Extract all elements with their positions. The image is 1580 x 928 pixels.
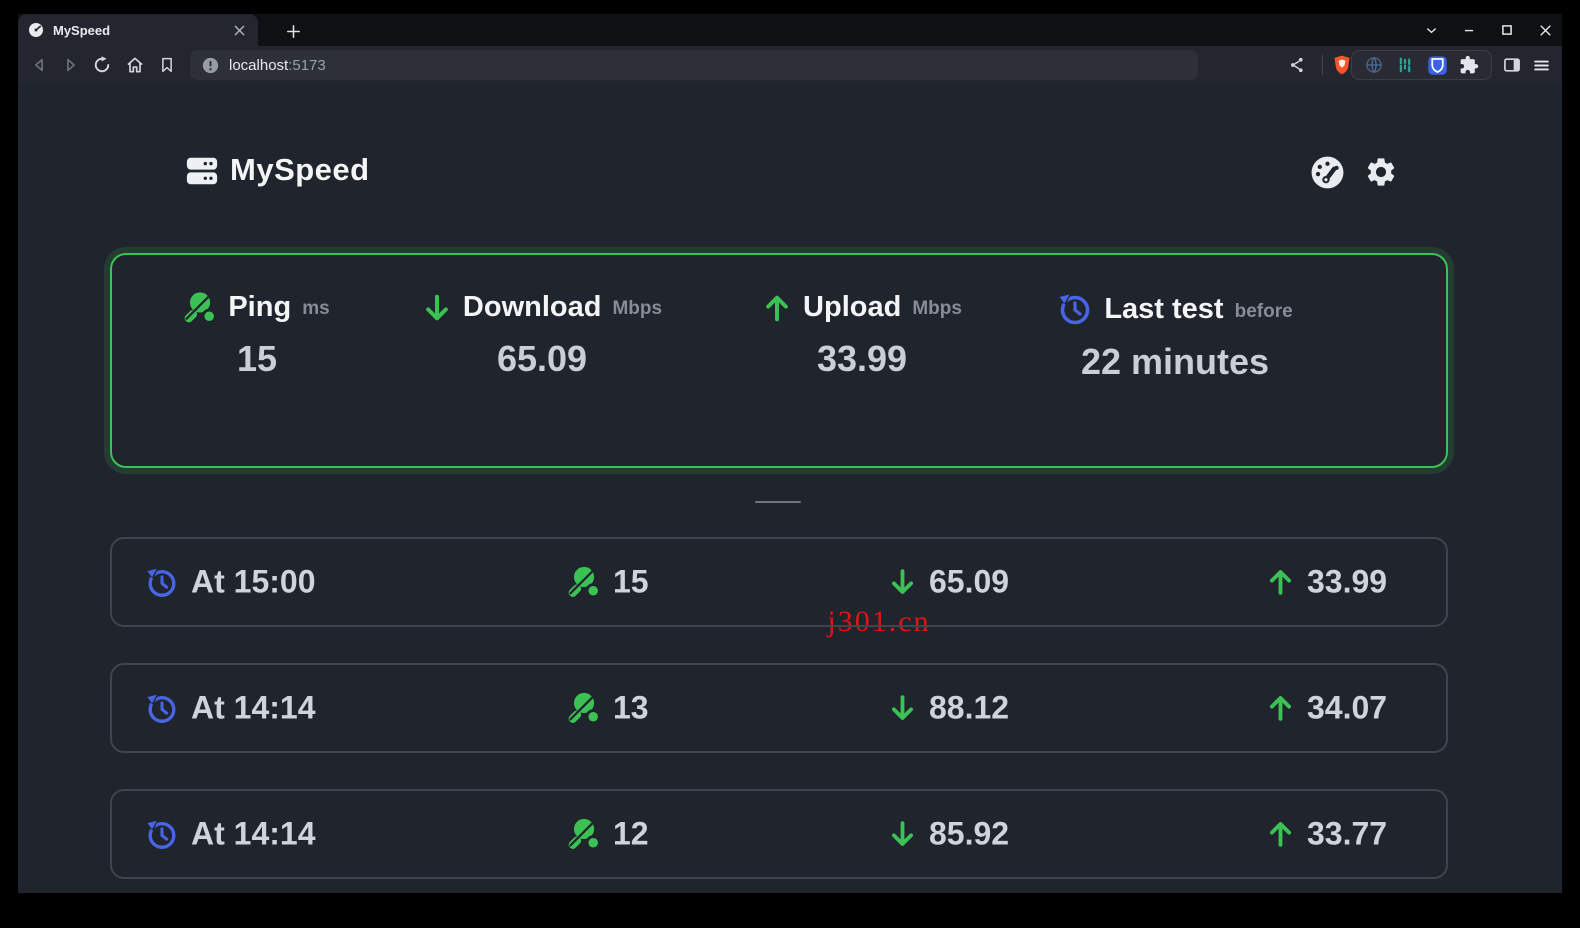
ping-paddle-icon [568,818,601,851]
arrow-down-icon [422,293,452,323]
history-ping: 15 [613,564,649,601]
history-time: At 14:14 [191,816,316,853]
history-time: At 14:14 [191,690,316,727]
ping-paddle-icon [568,692,601,725]
stat-label: Upload [803,291,901,324]
page-title: MySpeed [230,152,370,188]
myspeed-page: MySpeed [18,84,1562,893]
arrow-down-icon [888,568,917,597]
history-clock-icon [1057,291,1093,327]
stat-unit: ms [302,298,329,324]
history-row[interactable]: At 14:14 13 88.12 [110,663,1448,753]
extension-globe-icon[interactable] [1364,55,1384,75]
stat-ping: Ping ms 15 [142,291,372,380]
arrow-up-icon [1266,694,1295,723]
close-button[interactable] [1534,19,1556,41]
history-clock-icon [145,691,179,725]
stat-unit: Mbps [612,298,662,324]
arrow-down-icon [888,820,917,849]
tab-strip: MySpeed [18,14,1562,46]
favicon-speedometer-icon [28,22,44,38]
stat-value: 65.09 [422,338,662,380]
stat-unit: before [1235,301,1293,327]
arrow-down-icon [888,694,917,723]
extension-bars-icon[interactable] [1395,55,1415,75]
ping-paddle-icon [568,566,601,599]
url-bar[interactable]: localhost:5173 [190,50,1198,80]
history-row[interactable]: At 15:00 15 65.09 [110,537,1448,627]
stat-download: Download Mbps 65.09 [422,291,662,380]
current-test-card: Ping ms 15 Download Mbps 65.09 [110,253,1448,468]
history-download: 65.09 [929,564,1009,601]
history-upload: 34.07 [1307,690,1387,727]
back-icon[interactable] [27,52,53,78]
stat-upload: Upload Mbps 33.99 [752,291,972,380]
url-text: localhost:5173 [229,57,326,74]
settings-gear-icon[interactable] [1361,152,1401,192]
extension-puzzle-icon[interactable] [1459,55,1479,75]
tab-title: MySpeed [53,23,221,38]
stat-label: Last test [1104,293,1223,326]
history-clock-icon [145,817,179,851]
minimize-button[interactable] [1458,19,1480,41]
section-divider [755,501,801,503]
stat-label: Download [463,291,602,324]
server-icon [185,154,219,188]
tab-myspeed[interactable]: MySpeed [18,14,258,46]
stat-last-test: Last test before 22 minutes [1002,291,1348,383]
toolbar-separator [1322,55,1323,75]
maximize-button[interactable] [1496,19,1518,41]
tab-close-icon[interactable] [230,21,248,39]
stat-label: Ping [228,291,291,324]
sidebar-icon[interactable] [1499,52,1525,78]
history-row[interactable]: At 14:14 12 85.92 [110,789,1448,879]
new-tab-button[interactable] [280,18,306,44]
ping-paddle-icon [184,291,217,324]
menu-hamburger-icon[interactable] [1528,52,1554,78]
reload-icon[interactable] [89,52,115,78]
site-info-icon[interactable] [202,57,219,74]
extension-bitwarden-icon[interactable] [1427,55,1448,76]
stat-value: 22 minutes [1002,341,1348,383]
browser-toolbar: localhost:5173 [18,46,1562,84]
bookmark-icon[interactable] [154,52,180,78]
arrow-up-icon [762,293,792,323]
extensions-group [1351,50,1492,80]
history-upload: 33.99 [1307,564,1387,601]
stat-unit: Mbps [912,298,962,324]
stat-value: 33.99 [752,338,972,380]
history-upload: 33.77 [1307,816,1387,853]
stat-value: 15 [142,338,372,380]
history-download: 88.12 [929,690,1009,727]
browser-window: MySpeed [18,14,1562,893]
history-clock-icon [145,565,179,599]
history-ping: 12 [613,816,649,853]
tab-search-chevron-icon[interactable] [1420,19,1442,41]
forward-icon[interactable] [57,52,83,78]
history-time: At 15:00 [191,564,316,601]
history-ping: 13 [613,690,649,727]
history-download: 85.92 [929,816,1009,853]
share-icon[interactable] [1284,52,1310,78]
arrow-up-icon [1266,820,1295,849]
theme-gauge-icon[interactable] [1307,152,1347,192]
home-icon[interactable] [122,52,148,78]
arrow-up-icon [1266,568,1295,597]
